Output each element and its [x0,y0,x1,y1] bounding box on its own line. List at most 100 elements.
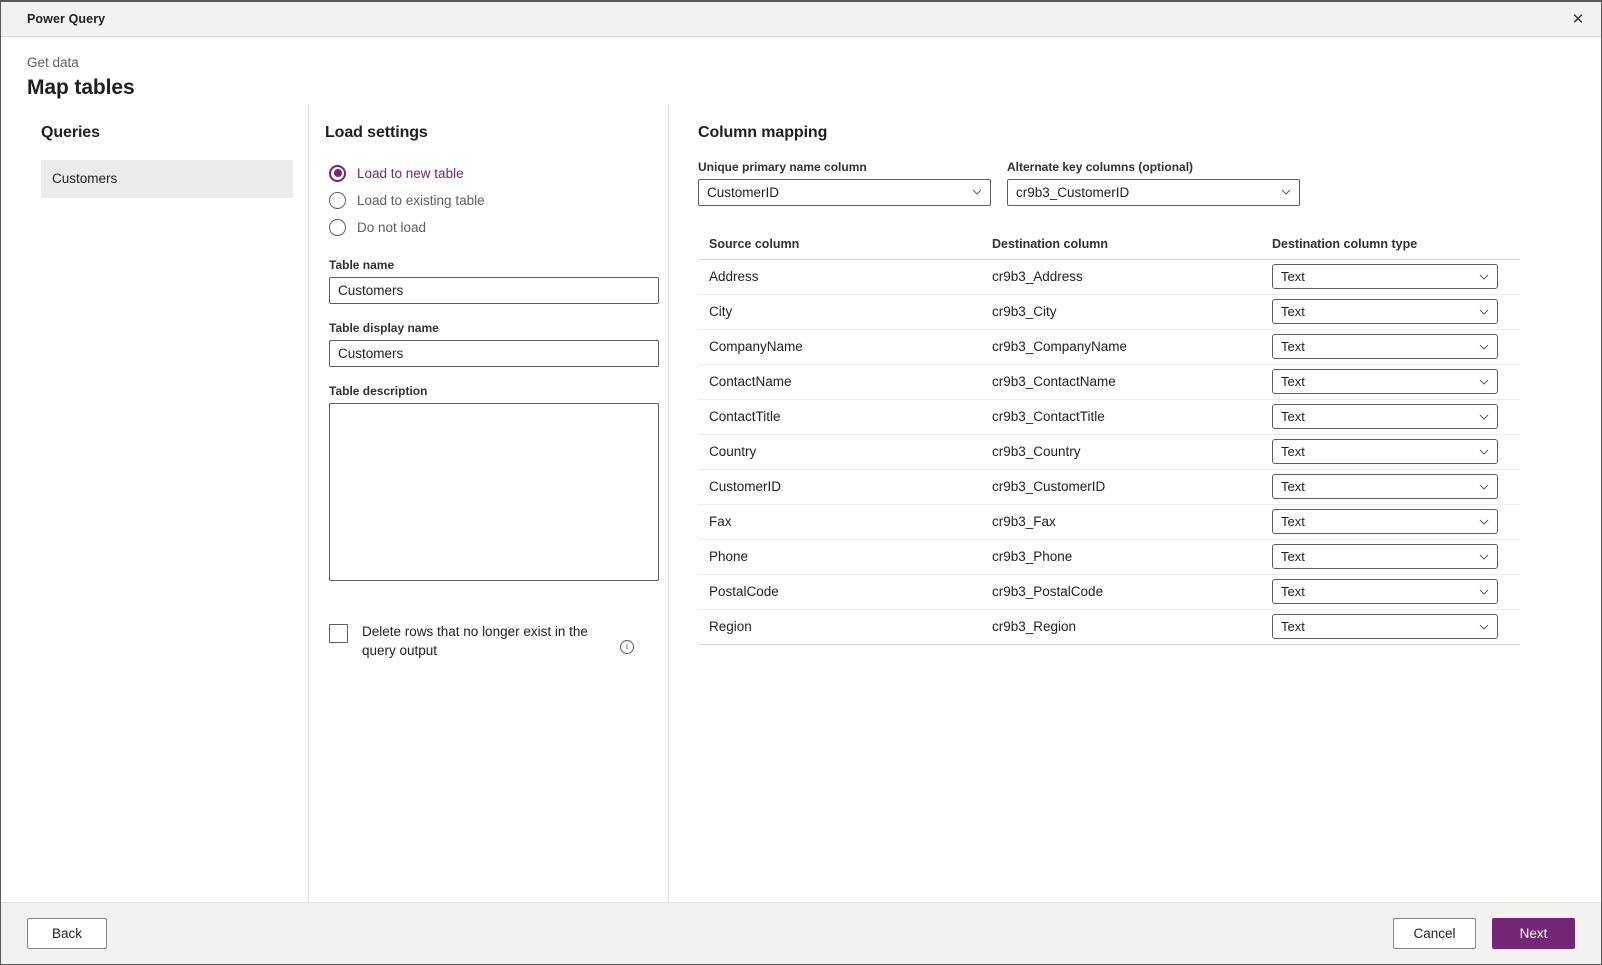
destination-type-select[interactable]: Text [1272,579,1498,605]
close-icon[interactable]: ✕ [1555,2,1601,36]
table-row: Country cr9b3_Country Text [698,435,1520,470]
alternate-key-columns-select[interactable]: cr9b3_CustomerID [1007,178,1300,206]
load-settings-section-title: Load settings [325,123,428,141]
destination-type-value: Text [1281,479,1305,495]
destination-type-value: Text [1281,269,1305,285]
column-mapping-table: Source column Destination column Destina… [698,230,1520,645]
chevron-down-icon [1479,412,1489,422]
chevron-down-icon [1479,377,1489,387]
header-destination-column: Destination column [992,237,1108,252]
cell-source-column: ContactTitle [709,409,781,425]
cell-destination-column: cr9b3_Address [992,269,1083,285]
back-button[interactable]: Back [27,918,107,949]
queries-section-title: Queries [41,123,100,141]
cell-destination-type: Text [1272,264,1520,290]
cell-destination-column: cr9b3_City [992,304,1057,320]
table-header-row: Source column Destination column Destina… [698,230,1520,260]
destination-type-value: Text [1281,619,1305,635]
destination-type-select[interactable]: Text [1272,544,1498,570]
destination-type-select[interactable]: Text [1272,474,1498,500]
dialog-footer: Back Cancel Next [1,902,1601,964]
destination-type-select[interactable]: Text [1272,299,1498,325]
cell-destination-column: cr9b3_Phone [992,549,1073,565]
cell-destination-column: cr9b3_PostalCode [992,584,1104,600]
cell-destination-column: cr9b3_Country [992,444,1081,460]
info-icon[interactable]: i [620,639,634,654]
cell-destination-type: Text [1272,404,1520,430]
alternate-key-columns-group: Alternate key columns (optional) cr9b3_C… [1007,160,1300,206]
destination-type-select[interactable]: Text [1272,369,1498,395]
table-display-name-input[interactable] [329,339,659,367]
load-settings-pane: Load settings Load to new table Load to … [308,103,668,902]
table-display-name-field: Table display name [325,321,668,367]
destination-type-select[interactable]: Text [1272,439,1498,465]
primary-name-column-select[interactable]: CustomerID [698,178,991,206]
destination-type-value: Text [1281,549,1305,565]
table-description-textarea[interactable] [329,402,659,581]
cell-source-column: City [709,304,733,320]
radio-load-to-new-table[interactable]: Load to new table [325,160,668,187]
destination-type-value: Text [1281,374,1305,390]
destination-type-select[interactable]: Text [1272,614,1498,640]
table-row: PostalCode cr9b3_PostalCode Text [698,575,1520,610]
table-description-field: Table description [325,384,668,586]
next-button[interactable]: Next [1492,918,1575,949]
destination-type-select[interactable]: Text [1272,404,1498,430]
query-item-label: Customers [52,171,118,187]
radio-icon-selected [329,164,346,182]
table-row: Phone cr9b3_Phone Text [698,540,1520,575]
cell-destination-type: Text [1272,474,1520,500]
chevron-down-icon [1479,342,1489,352]
table-name-input[interactable] [329,276,659,304]
alternate-key-columns-label: Alternate key columns (optional) [1007,159,1194,174]
table-description-label: Table description [329,383,428,398]
dialog-body: Queries Customers Load settings Load to … [1,103,1601,902]
query-item-customers[interactable]: Customers [41,159,293,198]
cell-destination-column: cr9b3_Fax [992,514,1056,530]
cell-destination-type: Text [1272,334,1520,360]
cell-source-column: PostalCode [709,584,779,600]
table-display-name-label: Table display name [329,320,439,335]
queries-pane: Queries Customers [1,104,308,902]
table-row: ContactName cr9b3_ContactName Text [698,365,1520,400]
cell-destination-type: Text [1272,544,1520,570]
chevron-down-icon [1479,307,1489,317]
radio-label-do-not-load: Do not load [357,219,427,235]
delete-rows-label: Delete rows that no longer exist in the … [362,623,588,659]
column-mapping-pane: Column mapping Unique primary name colum… [668,103,1601,902]
destination-type-select[interactable]: Text [1272,264,1498,290]
cell-destination-type: Text [1272,614,1520,640]
radio-icon-unselected [329,218,346,236]
title-bar: Power Query ✕ [1,2,1601,37]
table-name-field: Table name [325,258,668,304]
primary-name-column-group: Unique primary name column CustomerID [698,160,991,206]
destination-type-select[interactable]: Text [1272,334,1498,360]
alternate-key-columns-value: cr9b3_CustomerID [1016,184,1130,200]
table-body: Address cr9b3_Address Text City cr9b3_City Te… [698,260,1520,645]
cell-destination-type: Text [1272,579,1520,605]
header-destination-type: Destination column type [1272,237,1418,252]
radio-load-to-existing-table[interactable]: Load to existing table [325,187,668,214]
destination-type-value: Text [1281,304,1305,320]
cell-source-column: Phone [709,549,749,565]
primary-name-column-label: Unique primary name column [698,159,867,174]
cell-destination-type: Text [1272,439,1520,465]
footer-actions: Cancel Next [1393,918,1575,949]
cancel-button[interactable]: Cancel [1393,918,1476,949]
destination-type-value: Text [1281,584,1305,600]
radio-label-load-to-existing-table: Load to existing table [357,192,485,208]
chevron-down-icon [1479,622,1489,632]
table-row: ContactTitle cr9b3_ContactTitle Text [698,400,1520,435]
cell-source-column: Address [709,269,759,285]
chevron-down-icon [1479,587,1489,597]
chevron-down-icon [1479,517,1489,527]
delete-rows-checkbox[interactable] [329,623,348,643]
destination-type-select[interactable]: Text [1272,509,1498,535]
radio-do-not-load[interactable]: Do not load [325,214,668,241]
destination-type-value: Text [1281,409,1305,425]
destination-type-value: Text [1281,339,1305,355]
cell-source-column: Region [709,619,752,635]
cell-destination-type: Text [1272,369,1520,395]
cell-destination-type: Text [1272,509,1520,535]
table-row: City cr9b3_City Text [698,295,1520,330]
